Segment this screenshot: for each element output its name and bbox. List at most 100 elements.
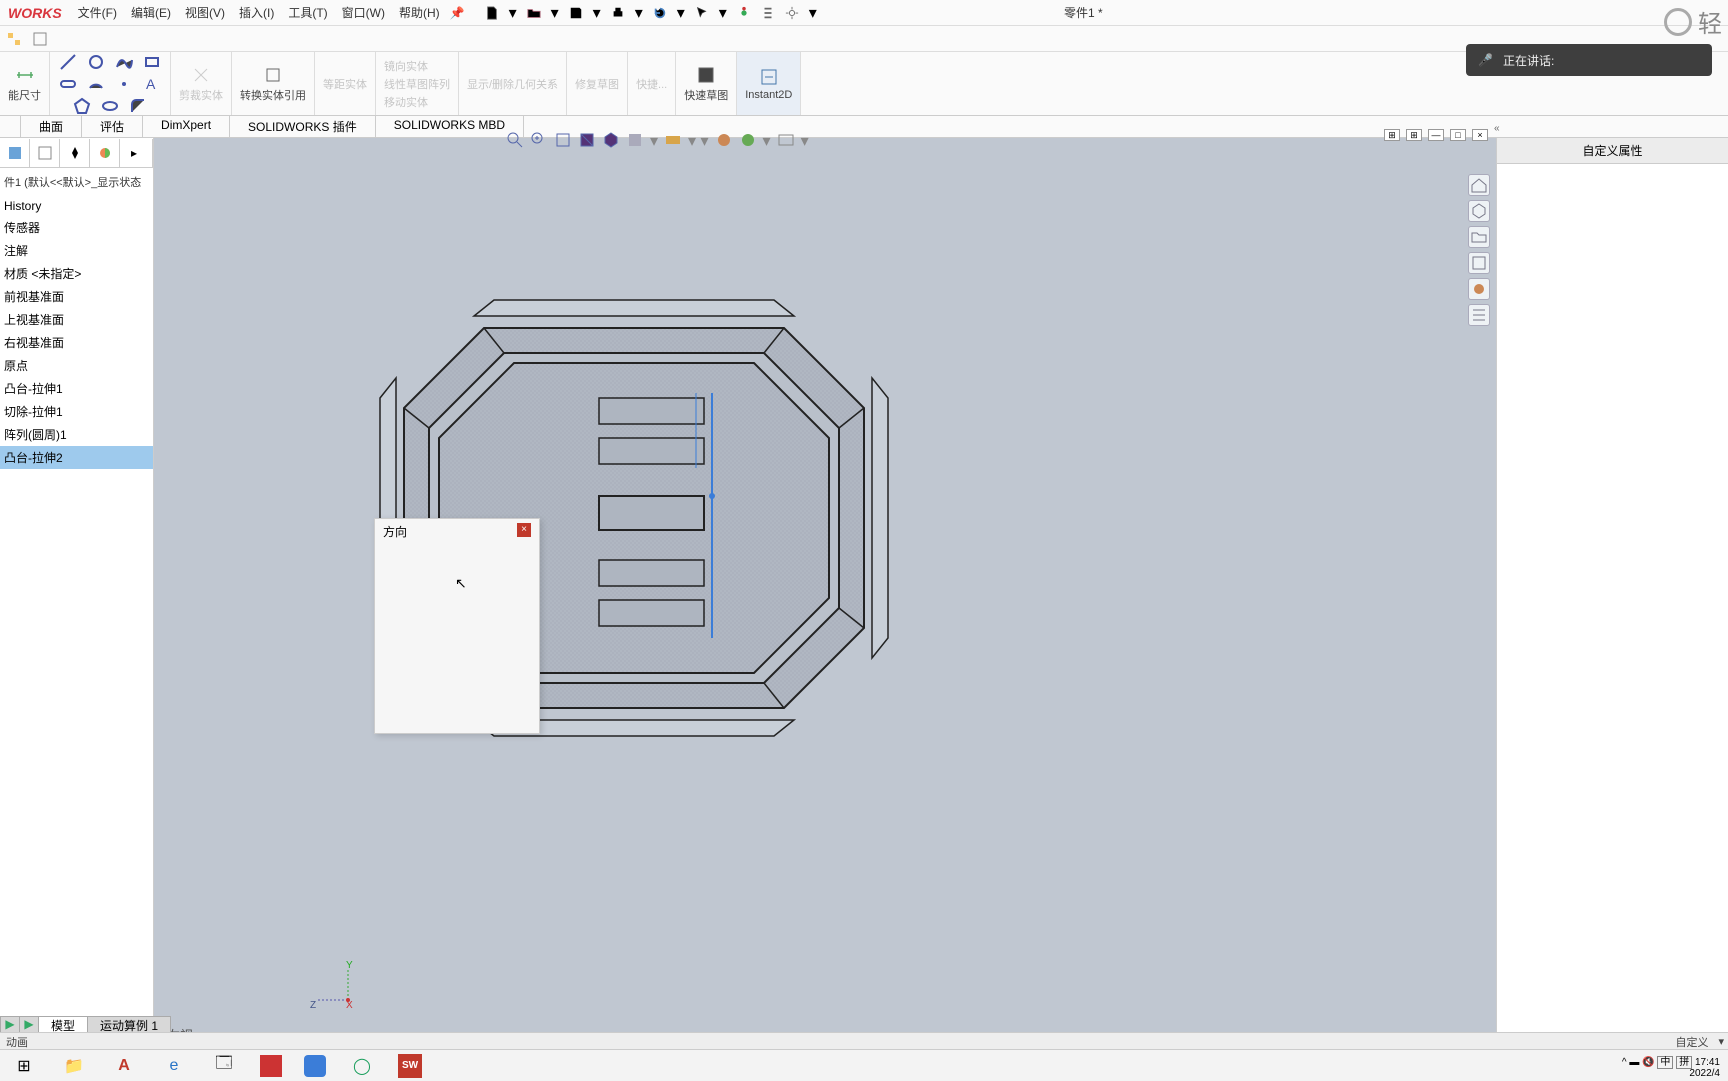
close-icon[interactable]: × — [517, 523, 531, 537]
ft-tab-feature[interactable] — [0, 139, 30, 167]
record-circle-icon[interactable] — [1664, 8, 1692, 36]
clock-time[interactable]: 17:41 — [1695, 1057, 1720, 1068]
dock-appearance-icon[interactable] — [1468, 278, 1490, 300]
ft-tab-config[interactable] — [60, 139, 90, 167]
app7-icon[interactable]: ◯ — [348, 1052, 376, 1080]
right-panel-collapse[interactable]: « — [1494, 123, 1506, 135]
battery-icon[interactable]: ▬ — [1629, 1057, 1639, 1068]
menu-insert[interactable]: 插入(I) — [239, 4, 274, 21]
start-icon[interactable]: ⊞ — [10, 1052, 38, 1080]
ft-extrude1[interactable]: 凸台-拉伸1 — [0, 377, 153, 400]
tab-evaluate[interactable]: 评估 — [82, 116, 143, 137]
line-icon[interactable] — [58, 52, 78, 72]
win-expand2-icon[interactable]: ⊞ — [1406, 129, 1422, 141]
ft-annotations[interactable]: 注解 — [0, 239, 153, 262]
tab-surface[interactable]: 曲面 — [21, 116, 82, 137]
options-icon[interactable] — [761, 6, 775, 20]
ft-root[interactable]: 件1 (默认<<默认>_显示状态 — [0, 168, 153, 196]
tab-addins[interactable]: SOLIDWORKS 插件 — [230, 116, 376, 137]
dock-view-icon[interactable] — [1468, 252, 1490, 274]
autocad-icon[interactable]: A — [110, 1052, 138, 1080]
save-icon[interactable] — [569, 6, 583, 20]
arc-icon[interactable] — [86, 74, 106, 94]
dock-list-icon[interactable] — [1468, 304, 1490, 326]
polygon-icon[interactable] — [72, 96, 92, 116]
menu-edit[interactable]: 编辑(E) — [131, 4, 171, 21]
scene-icon[interactable] — [739, 131, 757, 149]
dock-folder-icon[interactable] — [1468, 226, 1490, 248]
status-arrow-icon[interactable]: ▾ — [1718, 1035, 1724, 1048]
explorer-icon[interactable]: 📁 — [60, 1052, 88, 1080]
ft-tab-property[interactable] — [30, 139, 60, 167]
point-icon[interactable] — [114, 74, 134, 94]
open-icon[interactable] — [527, 6, 541, 20]
solidworks-icon[interactable]: SW — [398, 1054, 422, 1078]
menu-view[interactable]: 视图(V) — [185, 4, 225, 21]
text-icon[interactable]: A — [142, 74, 162, 94]
tab-mbd[interactable]: SOLIDWORKS MBD — [376, 116, 524, 137]
appearance-icon[interactable] — [715, 131, 733, 149]
settings-icon[interactable] — [785, 6, 799, 20]
ime-zhong[interactable]: 中 — [1657, 1056, 1673, 1069]
pin-icon[interactable]: 📌 — [450, 6, 465, 20]
hide-show-icon[interactable] — [664, 131, 682, 149]
ellipse-icon[interactable] — [100, 96, 120, 116]
tab-prev[interactable] — [0, 116, 21, 137]
viewport-icon[interactable] — [777, 131, 795, 149]
dock-home-icon[interactable] — [1468, 174, 1490, 196]
display-style-icon[interactable] — [626, 131, 644, 149]
menu-help[interactable]: 帮助(H) — [399, 4, 440, 21]
ft-right-plane[interactable]: 右视基准面 — [0, 331, 153, 354]
win-max-icon[interactable]: □ — [1450, 129, 1466, 141]
rib-instant2d[interactable]: Instant2D — [737, 52, 801, 115]
rib-sketch-tools[interactable]: A — [50, 52, 171, 115]
app5-icon[interactable] — [260, 1055, 282, 1077]
undo-icon[interactable] — [653, 6, 667, 20]
direction-titlebar[interactable]: 方向 × — [375, 519, 539, 544]
volume-icon[interactable]: 🔇 — [1642, 1057, 1654, 1068]
ft-sensors[interactable]: 传感器 — [0, 216, 153, 239]
view-orient-icon[interactable] — [602, 131, 620, 149]
ie-icon[interactable]: e — [160, 1052, 188, 1080]
app6-icon[interactable] — [304, 1055, 326, 1077]
slot-icon[interactable] — [58, 74, 78, 94]
ft-extrude2[interactable]: 凸台-拉伸2 — [0, 446, 153, 469]
ft-origin[interactable]: 原点 — [0, 354, 153, 377]
zoom-fit-icon[interactable] — [506, 131, 524, 149]
menu-tools[interactable]: 工具(T) — [288, 4, 327, 21]
zoom-area-icon[interactable] — [530, 131, 548, 149]
app4-icon[interactable]: 🗔 — [210, 1052, 238, 1080]
ft-front-plane[interactable]: 前视基准面 — [0, 285, 153, 308]
tab-dimxpert[interactable]: DimXpert — [143, 116, 230, 137]
spline-icon[interactable] — [114, 52, 134, 72]
prev-view-icon[interactable] — [554, 131, 572, 149]
fillet-icon[interactable] — [128, 96, 148, 116]
dock-cube-icon[interactable] — [1468, 200, 1490, 222]
viewport[interactable]: ▾ ▾ ▾ ▾ ▾ ⊞ ⊞ — □ × — [154, 138, 1496, 1050]
ft-pattern1[interactable]: 阵列(圆周)1 — [0, 423, 153, 446]
ft-tab-more[interactable]: ▸ — [120, 139, 153, 167]
ft-history[interactable]: History — [0, 196, 153, 216]
ft-top-plane[interactable]: 上视基准面 — [0, 308, 153, 331]
direction-popup[interactable]: 方向 × ↖ — [374, 518, 540, 734]
menu-file[interactable]: 文件(F) — [78, 4, 117, 21]
win-expand-icon[interactable]: ⊞ — [1384, 129, 1400, 141]
rect-icon[interactable] — [142, 52, 162, 72]
win-min-icon[interactable]: — — [1428, 129, 1444, 141]
select-icon[interactable] — [695, 6, 709, 20]
ft-cut1[interactable]: 切除-拉伸1 — [0, 400, 153, 423]
section-icon[interactable] — [578, 131, 596, 149]
rib-rapid-sketch[interactable]: 快速草图 — [676, 52, 737, 115]
rib-convert[interactable]: 转换实体引用 — [232, 52, 315, 115]
win-close-icon[interactable]: × — [1472, 129, 1488, 141]
drawing-icon[interactable] — [32, 31, 48, 47]
new-icon[interactable] — [485, 6, 499, 20]
circle-icon[interactable] — [86, 52, 106, 72]
menu-window[interactable]: 窗口(W) — [342, 4, 385, 21]
assembly-icon[interactable] — [6, 31, 22, 47]
print-icon[interactable] — [611, 6, 625, 20]
rib-smart-dimension[interactable]: 能尺寸 — [0, 52, 50, 115]
rebuild-icon[interactable] — [737, 6, 751, 20]
ft-tab-display[interactable] — [90, 139, 120, 167]
ft-material[interactable]: 材质 <未指定> — [0, 262, 153, 285]
